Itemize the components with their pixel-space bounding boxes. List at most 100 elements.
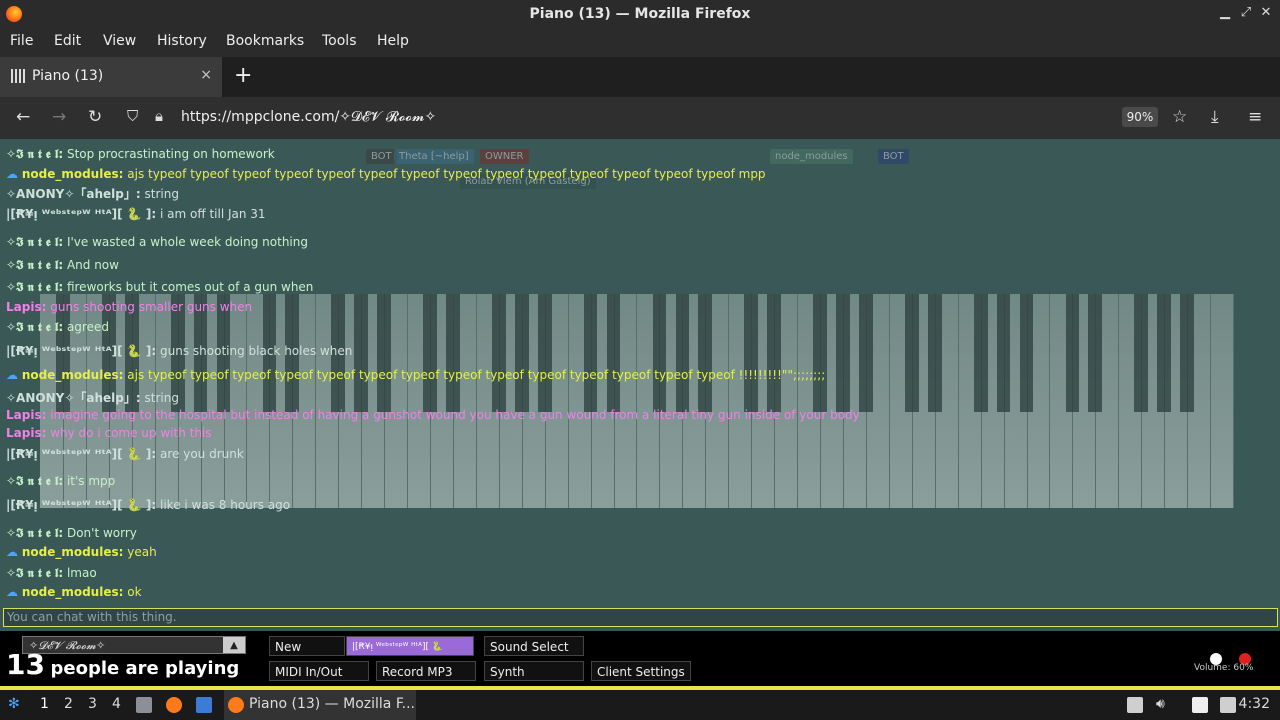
chat-author[interactable]: ✧𝕴 𝖓 𝖙 𝖊 𝖑: [6,526,63,540]
participant-badge[interactable]: BOT [878,149,909,164]
menu-file[interactable]: File [10,33,33,49]
menu-edit[interactable]: Edit [54,33,81,49]
participant-badge[interactable]: BOT [366,149,397,164]
record-mp3-button[interactable]: Record MP3 [376,661,476,681]
menu-hamburger-icon[interactable]: ≡ [1248,107,1262,127]
piano-black-key[interactable] [859,294,873,412]
files-icon[interactable] [136,697,152,713]
tab-close-icon[interactable]: × [200,67,212,83]
tab-piano[interactable]: Piano (13) × [0,57,222,97]
workspace-3[interactable]: 3 [88,696,97,712]
piano-black-key[interactable] [1180,294,1194,412]
piano-keyboard[interactable] [40,294,1234,508]
piano-black-key[interactable] [675,294,690,412]
piano-black-key[interactable] [354,294,369,412]
piano-black-key[interactable] [904,294,919,412]
piano-black-key[interactable] [652,294,667,412]
notes-icon[interactable] [1192,697,1208,713]
chat-author[interactable]: |[Ꞧ¥ᴉ ᵂᵉᵇˢᵗᵉᵖᵂ ᴴᵗᴬ][ 🐍 ]: [6,498,156,512]
chat-author[interactable]: ✧𝕴 𝖓 𝖙 𝖊 𝖑: [6,320,63,334]
piano-black-key[interactable] [973,294,988,412]
chat-author[interactable]: ✧𝕴 𝖓 𝖙 𝖊 𝖑: [6,147,63,161]
piano-white-key[interactable] [1210,294,1234,508]
piano-black-key[interactable] [1065,294,1080,412]
piano-black-key[interactable] [927,294,942,412]
display-icon[interactable] [1220,697,1236,713]
sound-select-button[interactable]: Sound Select [484,636,584,656]
client-settings-button[interactable]: Client Settings [591,661,691,681]
maximize-icon[interactable]: ⤢ [1238,5,1254,20]
download-icon[interactable]: ⤓ [1211,107,1219,127]
shield-icon[interactable]: ⛉ [127,107,138,125]
chat-author[interactable]: node_modules: [22,545,124,559]
url-bar[interactable]: https://mppclone.com/✧𝓓𝓔𝓥 𝓡𝓸𝓸𝓶✧ [181,109,436,125]
participant-badge[interactable]: Theta [~help] [394,149,474,164]
piano-black-key[interactable] [491,294,506,412]
chat-author[interactable]: ✧ANONY✧「ahelp」: [6,187,141,201]
workspace-4[interactable]: 4 [112,696,121,712]
workspace-1[interactable]: 1 [40,696,49,712]
menu-bookmarks[interactable]: Bookmarks [226,33,304,49]
minimize-icon[interactable]: ▁ [1217,5,1233,20]
piano-black-key[interactable] [836,294,850,412]
piano-black-key[interactable] [996,294,1011,412]
chat-author[interactable]: Lapis: [6,408,46,422]
menu-help[interactable]: Help [377,33,409,49]
clipboard-icon[interactable] [1127,697,1143,713]
synth-button[interactable]: Synth [484,661,584,681]
chat-author[interactable]: ✧ANONY✧「ahelp」: [6,391,141,405]
chat-author[interactable]: node_modules: [22,585,124,599]
workspace-2[interactable]: 2 [64,696,73,712]
zoom-level[interactable]: 90% [1122,107,1158,127]
lock-icon[interactable]: 🔒︎ [155,107,163,125]
chat-author[interactable]: ✧𝕴 𝖓 𝖙 𝖊 𝖑: [6,280,63,294]
piano-black-key[interactable] [1157,294,1172,412]
chat-author[interactable]: |[Ꞧ¥ᴉ ᵂᵉᵇˢᵗᵉᵖᵂ ᴴᵗᴬ][ 🐍 ]: [6,447,156,461]
chat-input[interactable]: You can chat with this thing. [3,608,1278,627]
menu-view[interactable]: View [103,33,136,49]
piano-black-key[interactable] [583,294,598,412]
firefox-launcher-icon[interactable] [166,697,182,713]
new-tab-button[interactable]: + [234,63,252,88]
piano-black-key[interactable] [446,294,460,412]
piano-black-key[interactable] [813,294,827,412]
forward-icon[interactable]: → [52,107,66,127]
piano-black-key[interactable] [767,294,782,412]
chat-author[interactable]: ✧𝕴 𝖓 𝖙 𝖊 𝖑: [6,235,63,249]
participant-badge[interactable]: node_modules [770,149,853,164]
chat-author[interactable]: ✧𝕴 𝖓 𝖙 𝖊 𝖑: [6,258,63,272]
chat-author[interactable]: node_modules: [22,368,124,382]
taskbar-window-firefox[interactable]: Piano (13) — Mozilla F... [224,690,416,720]
volume-label[interactable]: Volume: 60% [1194,663,1253,673]
menu-history[interactable]: History [157,33,207,49]
chat-author[interactable]: Lapis: [6,426,46,440]
chat-author[interactable]: ✧𝕴 𝖓 𝖙 𝖊 𝖑: [6,474,63,488]
bookmark-star-icon[interactable]: ☆ [1172,107,1187,127]
participant-badge[interactable]: OWNER [480,149,529,164]
piano-black-key[interactable] [514,294,529,412]
midi-button[interactable]: MIDI In/Out [269,661,369,681]
piano-black-key[interactable] [606,294,621,412]
piano-black-key[interactable] [698,294,713,412]
chat-author[interactable]: |[Ꞧ¥ᴉ ᵂᵉᵇˢᵗᵉᵖᵂ ᴴᵗᴬ][ 🐍 ]: [6,207,156,221]
piano-black-key[interactable] [537,294,552,412]
volume-icon[interactable]: 🔊︎ [1156,696,1165,712]
piano-black-key[interactable] [423,294,437,412]
chat-author[interactable]: node_modules: [22,167,124,181]
piano-black-key[interactable] [1019,294,1034,412]
start-menu-icon[interactable]: ✻ [8,696,20,712]
piano-black-key[interactable] [377,294,391,412]
user-tag-button[interactable]: |[Ꞧ¥ᴉ ᵂᵉᵇˢᵗᵉᵖᵂ ᴴᵗᴬ][ 🐍 [346,636,474,656]
piano-black-key[interactable] [1088,294,1103,412]
new-room-button[interactable]: New Room... [269,636,345,674]
chat-author[interactable]: ✧𝕴 𝖓 𝖙 𝖊 𝖑: [6,566,63,580]
chat-author[interactable]: |[Ꞧ¥ᴉ ᵂᵉᵇˢᵗᵉᵖᵂ ᴴᵗᴬ][ 🐍 ]: [6,344,156,358]
menu-tools[interactable]: Tools [322,33,357,49]
piano-black-key[interactable] [744,294,759,412]
terminal-icon[interactable] [196,697,212,713]
reload-icon[interactable]: ↻ [88,107,102,127]
close-icon[interactable]: ✕ [1258,5,1274,20]
back-icon[interactable]: ← [16,107,30,127]
piano-black-key[interactable] [1134,294,1149,412]
chat-author[interactable]: Lapis: [6,300,46,314]
